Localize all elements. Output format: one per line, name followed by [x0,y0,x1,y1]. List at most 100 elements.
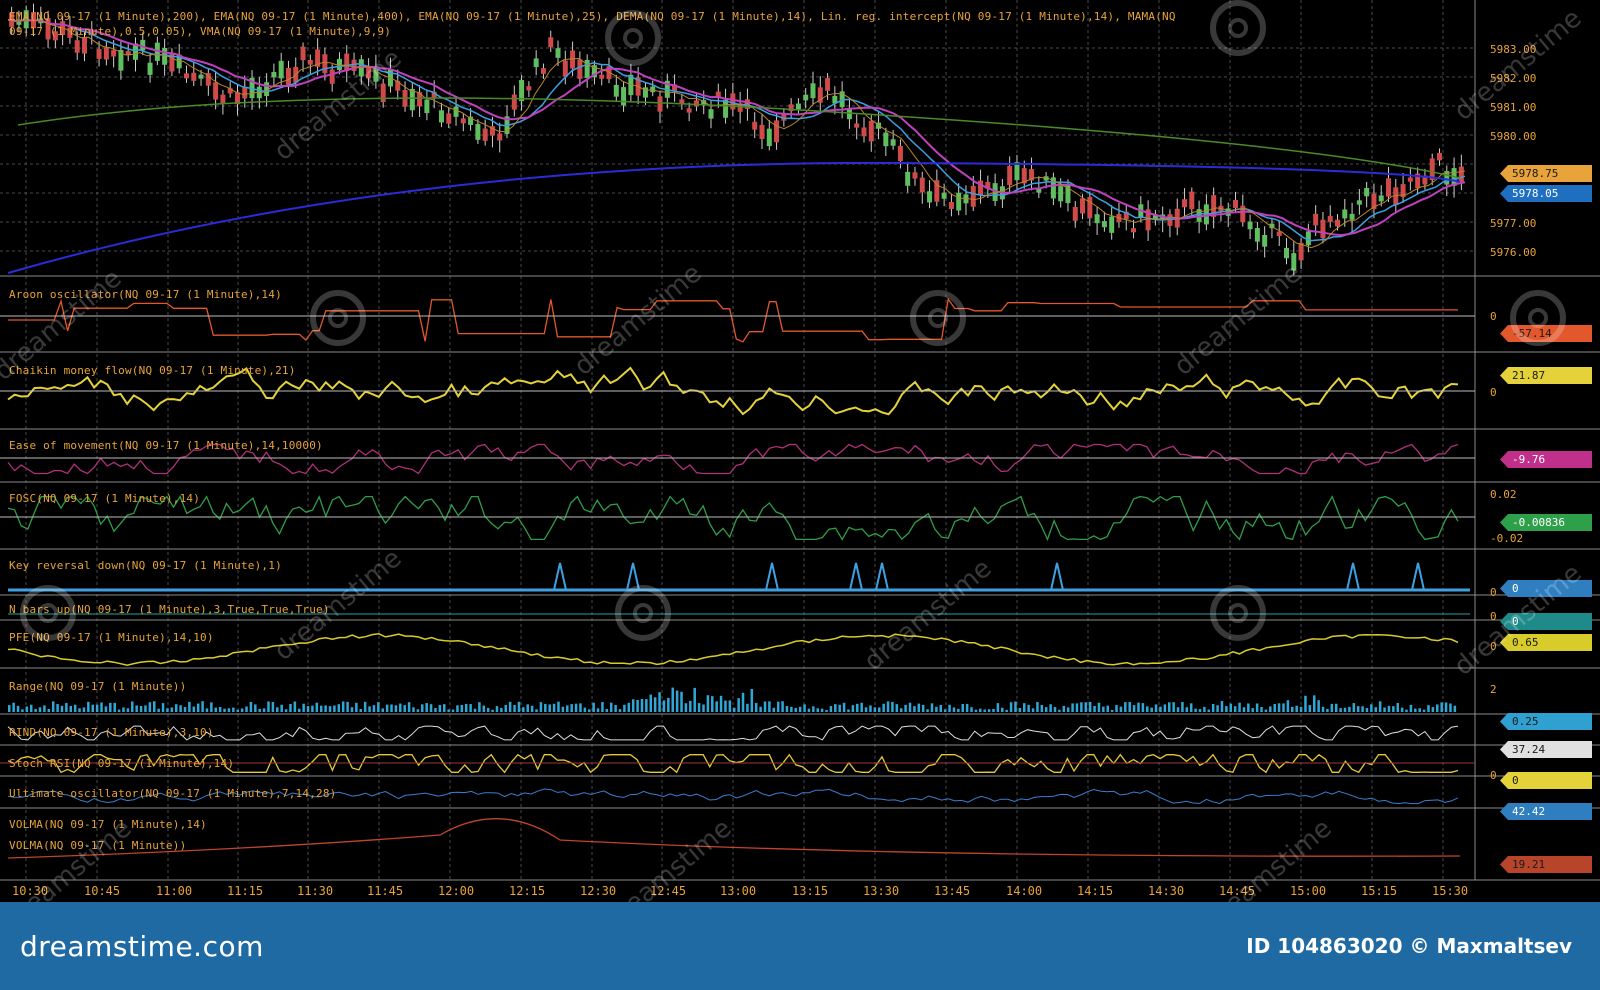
range-bar [1128,702,1131,712]
volma-line [7,818,1461,859]
range-bar [882,703,885,712]
candle-down [1327,215,1333,222]
range-bar [1440,702,1443,712]
range-bar [399,703,402,712]
candle-down [103,47,109,60]
dema-line [7,19,1466,242]
range-bar [276,707,279,712]
range-bar [1159,706,1162,712]
candle-down [497,133,503,141]
range-bar [1326,708,1329,712]
range-bar [724,700,727,712]
range-bar [161,703,165,712]
range-bar [526,704,529,712]
range-bar [627,702,631,712]
range-bar [1031,708,1035,712]
range-bar [25,706,29,712]
candle-down [380,83,386,103]
range-bar [776,701,780,712]
range-bar [328,706,332,712]
candle-up [147,62,153,75]
candle-down [242,86,248,99]
range-bar [1066,707,1070,712]
range-bar [1194,708,1197,712]
range-bar [100,702,103,712]
time-axis-label: 15:00 [1290,884,1327,898]
chaikin-pane-title: Chaikin money flow(NQ 09-17 (1 Minute),2… [9,364,296,377]
range-bar [139,706,143,712]
candle-down [570,50,576,69]
range-bar [820,708,824,712]
range-bar [768,701,771,712]
candle-down [562,60,568,77]
range-bar [451,709,455,712]
candle-down [1007,165,1013,186]
range-bar [1110,709,1114,712]
range-bar [1115,704,1118,712]
nbars-value-tag: 0 [1500,613,1592,630]
range-bar [952,707,956,712]
range-bar [1185,707,1189,712]
candle-down [759,124,765,139]
range-bar [1348,706,1351,712]
range-bar [588,709,591,712]
range-bar [899,708,903,712]
candle-down [774,120,780,143]
candle-down [111,50,117,57]
candle-down [366,68,372,79]
chart-area[interactable]: EMA(NQ 09-17 (1 Minute),200), EMA(NQ 09-… [0,0,1600,902]
candle-down [540,68,546,74]
range-bar [131,701,134,712]
keyrev-spike [1050,562,1064,591]
range-bar [794,707,798,712]
range-bar [1198,709,1202,712]
candle-down [511,94,517,110]
nbars-pane-title: N bars up(NQ 09-17 (1 Minute),3,True,Tru… [9,603,330,616]
range-bar [1313,695,1316,712]
range-bar [350,707,354,712]
time-axis-label: 12:30 [580,884,617,898]
time-axis-label: 11:00 [156,884,193,898]
time-axis-label: 14:15 [1077,884,1114,898]
range-bar [561,706,565,712]
candle-down [1320,219,1326,239]
range-bar [733,707,736,712]
range-bar [38,707,42,712]
range-bar [359,709,363,712]
rind-pane-title: RIND(NQ 09-17 (1 Minute),3,10) [9,726,214,739]
range-bar [592,702,595,712]
range-bar [363,701,367,712]
range-bar [464,703,468,712]
range-bar [1049,704,1052,712]
range-bar [1207,709,1211,712]
range-bar [1422,709,1426,712]
range-bar [957,708,960,712]
range-bar [1203,706,1206,712]
range-bar [1282,703,1285,712]
range-bar [491,709,494,712]
range-bar [1137,702,1140,712]
range-bar [183,706,187,712]
range-bar [1176,707,1180,712]
range-axis-label: 2 [1490,683,1497,696]
range-bar [930,703,934,712]
candle-up [1109,216,1115,233]
chaikin-axis-label: 0 [1490,386,1497,399]
range-bar [895,704,899,712]
stochrsi-axis-label: 0 [1490,769,1497,782]
range-bar [1409,704,1413,712]
candle-down [329,69,335,84]
range-bar [548,704,551,712]
range-bar [47,708,51,712]
range-bar [504,704,508,712]
range-bar [596,708,600,712]
range-bar [1242,707,1246,712]
range-bar [1102,706,1105,712]
candle-down [948,201,954,210]
range-bar [1220,701,1224,712]
range-bar [1132,705,1136,712]
range-bar [280,704,283,712]
range-bar [91,704,94,712]
range-bar [469,704,472,712]
vma-line [7,19,1466,249]
